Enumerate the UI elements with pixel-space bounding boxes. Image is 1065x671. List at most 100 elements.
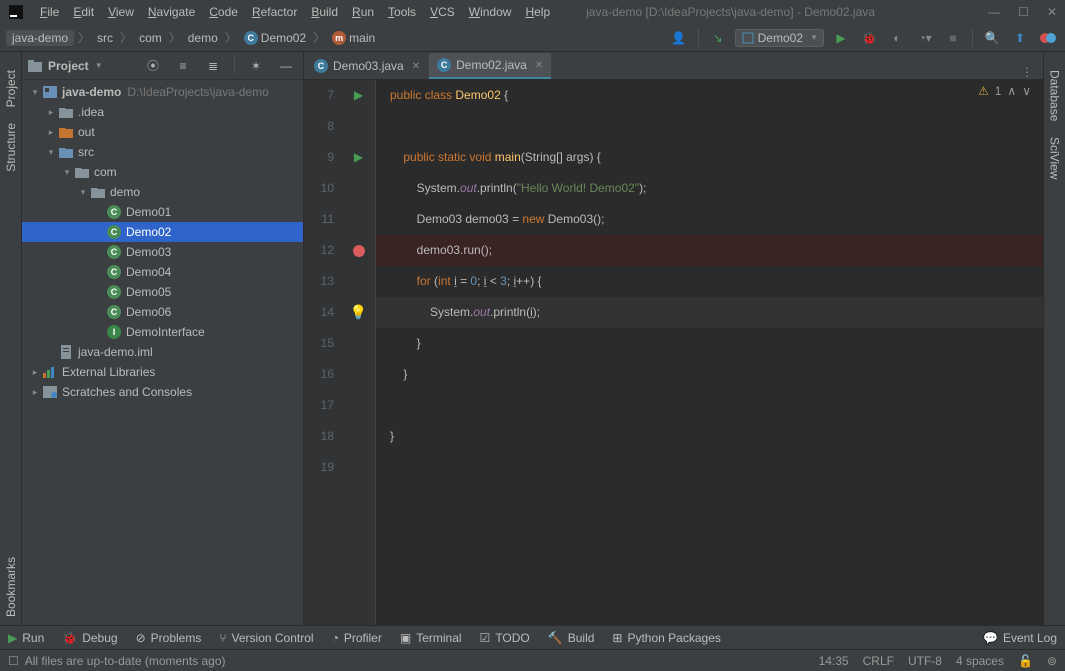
gutter-breakpoint-icon[interactable] xyxy=(342,235,375,266)
stop-button-icon[interactable]: ■ xyxy=(942,27,964,49)
gutter-empty[interactable] xyxy=(342,204,375,235)
line-number[interactable]: 11 xyxy=(304,204,334,235)
line-number[interactable]: 12 xyxy=(304,235,334,266)
breadcrumb-com[interactable]: com xyxy=(136,30,165,46)
code-line-17[interactable] xyxy=(376,390,1043,421)
menu-run[interactable]: Run xyxy=(346,3,380,21)
menu-view[interactable]: View xyxy=(102,3,140,21)
gutter-run-icon[interactable]: ▶ xyxy=(342,80,375,111)
run-button-icon[interactable]: ▶ xyxy=(830,27,852,49)
next-highlight-icon[interactable]: ∨ xyxy=(1022,84,1031,98)
search-icon[interactable]: 🔍 xyxy=(981,27,1003,49)
line-number[interactable]: 18 xyxy=(304,421,334,452)
version-control-tool-tab[interactable]: ⑂Version Control xyxy=(219,631,313,645)
code-line-11[interactable]: Demo03 demo03 = new Demo03(); xyxy=(376,204,1043,235)
profiler-button-icon[interactable]: ◔▾ xyxy=(914,27,936,49)
select-opened-file-icon[interactable]: ⦿ xyxy=(142,55,164,77)
line-number[interactable]: 15 xyxy=(304,328,334,359)
menu-help[interactable]: Help xyxy=(519,3,556,21)
add-user-icon[interactable]: 👤 xyxy=(668,27,690,49)
code-line-18[interactable]: } xyxy=(376,421,1043,452)
close-tab-icon[interactable]: ✕ xyxy=(412,61,420,72)
line-number[interactable]: 19 xyxy=(304,452,334,483)
gutter-empty[interactable] xyxy=(342,266,375,297)
code-editor[interactable]: 78910111213141516171819 ▶▶💡 public class… xyxy=(304,80,1043,625)
debug-button-icon[interactable]: 🐞 xyxy=(858,27,880,49)
gutter-empty[interactable] xyxy=(342,111,375,142)
structure-tool-tab[interactable]: Structure xyxy=(2,115,20,180)
tree-file-demo02[interactable]: CDemo02 xyxy=(22,222,303,242)
line-number-gutter[interactable]: 78910111213141516171819 xyxy=(304,80,342,625)
tree-file-demo05[interactable]: CDemo05 xyxy=(22,282,303,302)
update-icon[interactable]: ⬆ xyxy=(1009,27,1031,49)
gutter-empty[interactable] xyxy=(342,390,375,421)
project-tool-tab[interactable]: Project xyxy=(2,62,20,115)
line-number[interactable]: 10 xyxy=(304,173,334,204)
menu-code[interactable]: Code xyxy=(203,3,244,21)
code-line-8[interactable] xyxy=(376,111,1043,142)
editor-inspection-status[interactable]: ⚠ 1 ∧ ∨ xyxy=(974,84,1035,98)
tree-demo[interactable]: ▾demo xyxy=(22,182,303,202)
tree-idea[interactable]: ▸.idea xyxy=(22,102,303,122)
menu-edit[interactable]: Edit xyxy=(67,3,100,21)
tabs-more-icon[interactable]: ⋮ xyxy=(1011,65,1043,79)
gutter-intention-bulb-icon[interactable]: 💡 xyxy=(342,297,375,328)
database-tool-tab[interactable]: Database xyxy=(1046,62,1064,129)
code-line-9[interactable]: public static void main(String[] args) { xyxy=(376,142,1043,173)
gutter-empty[interactable] xyxy=(342,421,375,452)
gutter-icons[interactable]: ▶▶💡 xyxy=(342,80,376,625)
code-line-16[interactable]: } xyxy=(376,359,1043,390)
gutter-empty[interactable] xyxy=(342,173,375,204)
collapse-all-icon[interactable]: ≣ xyxy=(202,55,224,77)
line-number[interactable]: 7 xyxy=(304,80,334,111)
sciview-tool-tab[interactable]: SciView xyxy=(1046,129,1064,187)
problems-tool-tab[interactable]: ⊘Problems xyxy=(136,631,202,645)
todo-tool-tab[interactable]: ☑TODO xyxy=(480,631,530,645)
debug-tool-tab[interactable]: 🐞Debug xyxy=(62,631,117,645)
breadcrumb-src[interactable]: src xyxy=(94,30,116,46)
gutter-empty[interactable] xyxy=(342,359,375,390)
code-line-14[interactable]: System.out.println(i); xyxy=(376,297,1043,328)
menu-window[interactable]: Window xyxy=(463,3,518,21)
settings-gear-icon[interactable]: ✶ xyxy=(245,55,267,77)
expand-all-icon[interactable]: ≡ xyxy=(172,55,194,77)
line-number[interactable]: 17 xyxy=(304,390,334,421)
line-separator[interactable]: CRLF xyxy=(863,654,894,668)
breadcrumb-demo[interactable]: demo xyxy=(185,30,221,46)
line-number[interactable]: 9 xyxy=(304,142,334,173)
run-tool-tab[interactable]: ▶Run xyxy=(8,631,44,645)
close-tab-icon[interactable]: ✕ xyxy=(535,60,543,71)
code-line-10[interactable]: System.out.println("Hello World! Demo02"… xyxy=(376,173,1043,204)
code-line-15[interactable]: } xyxy=(376,328,1043,359)
tree-file-demointerface[interactable]: IDemoInterface xyxy=(22,322,303,342)
event-log-tool-tab[interactable]: 💬Event Log xyxy=(983,631,1057,645)
maximize-button[interactable]: ☐ xyxy=(1018,5,1029,19)
menu-tools[interactable]: Tools xyxy=(382,3,422,21)
tree-file-demo01[interactable]: CDemo01 xyxy=(22,202,303,222)
project-pane-title[interactable]: Project xyxy=(48,59,89,73)
terminal-tool-tab[interactable]: ▣Terminal xyxy=(400,631,462,645)
file-encoding[interactable]: UTF-8 xyxy=(908,654,942,668)
run-config-select[interactable]: Demo02 ▼ xyxy=(735,29,824,47)
cursor-position[interactable]: 14:35 xyxy=(819,654,849,668)
code-line-7[interactable]: public class Demo02 { xyxy=(376,80,1043,111)
tree-file-demo04[interactable]: CDemo04 xyxy=(22,262,303,282)
code-content[interactable]: public class Demo02 { public static void… xyxy=(376,80,1043,625)
line-number[interactable]: 13 xyxy=(304,266,334,297)
code-line-13[interactable]: for (int i = 0; i < 3; i++) { xyxy=(376,266,1043,297)
status-icon[interactable]: ☐ xyxy=(8,654,19,668)
ide-settings-icon[interactable] xyxy=(1037,27,1059,49)
editor-tab-demo03-java[interactable]: CDemo03.java✕ xyxy=(306,53,428,79)
tree-src[interactable]: ▾src xyxy=(22,142,303,162)
menu-navigate[interactable]: Navigate xyxy=(142,3,201,21)
bookmarks-tool-tab[interactable]: Bookmarks xyxy=(2,549,20,625)
menu-vcs[interactable]: VCS xyxy=(424,3,461,21)
gutter-empty[interactable] xyxy=(342,328,375,359)
breadcrumb-main[interactable]: mmain xyxy=(329,30,378,46)
tree-com[interactable]: ▾com xyxy=(22,162,303,182)
close-button[interactable]: ✕ xyxy=(1047,5,1057,19)
gutter-empty[interactable] xyxy=(342,452,375,483)
tree-file-demo06[interactable]: CDemo06 xyxy=(22,302,303,322)
line-number[interactable]: 8 xyxy=(304,111,334,142)
coverage-button-icon[interactable]: ◐ xyxy=(886,27,908,49)
